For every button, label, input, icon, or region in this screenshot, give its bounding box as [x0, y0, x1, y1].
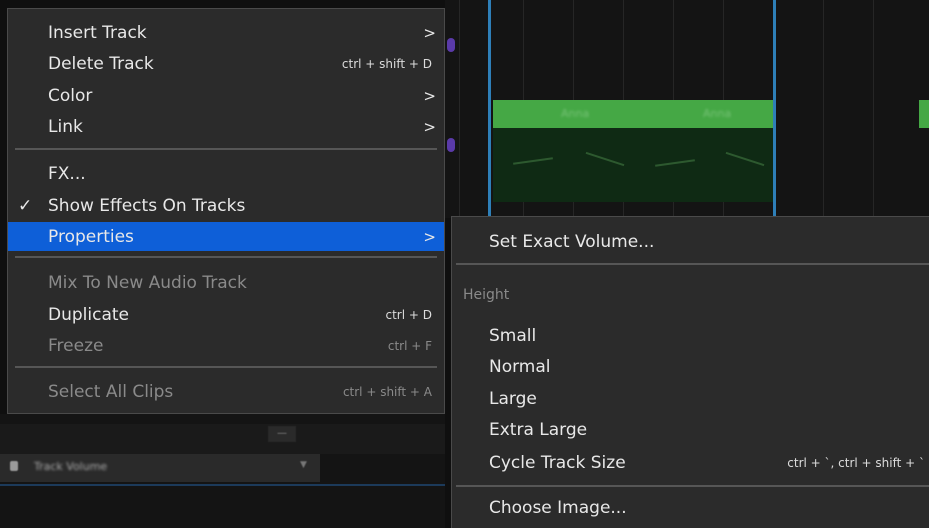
loop-start-marker[interactable] [488, 0, 491, 218]
track-divider [0, 484, 445, 486]
menu-item-shortcut: ctrl + shift + D [341, 57, 432, 71]
timeline-gridline [873, 0, 874, 218]
menu-item-label: Duplicate [48, 305, 129, 325]
menu-item-fx[interactable]: FX... [8, 159, 444, 189]
menu-item-label: Normal [489, 357, 551, 377]
menu-item-label: Delete Track [48, 54, 154, 74]
loop-end-marker[interactable] [773, 0, 776, 218]
menu-separator [15, 256, 437, 258]
track-header-row [0, 424, 445, 454]
menu-item-show-effects-on-tracks[interactable]: ✓ Show Effects On Tracks [8, 191, 444, 221]
menu-item-label: Mix To New Audio Track [48, 273, 247, 293]
track-indicator-dot [447, 138, 455, 152]
properties-submenu: Set Exact Volume... Height Small Normal … [451, 216, 929, 528]
chevron-right-icon: > [423, 87, 436, 105]
clip-label: Anna [561, 107, 590, 120]
menu-item-shortcut: ctrl + D [385, 308, 433, 322]
menu-item-link[interactable]: Link > [8, 112, 444, 142]
menu-separator [456, 263, 929, 265]
menu-item-mix-to-new-audio-track[interactable]: Mix To New Audio Track [8, 268, 444, 298]
waveform [655, 159, 695, 167]
menu-item-choose-image[interactable]: Choose Image... [452, 493, 929, 523]
waveform [725, 151, 765, 167]
menu-item-label: Show Effects On Tracks [48, 196, 246, 216]
timeline-area[interactable]: Anna Anna [445, 0, 929, 218]
menu-item-cycle-track-size[interactable]: Cycle Track Size ctrl + `, ctrl + shift … [452, 448, 929, 478]
menu-item-insert-track[interactable]: Insert Track > [8, 18, 444, 48]
chevron-down-icon[interactable]: ▼ [300, 460, 307, 470]
menu-separator [456, 485, 929, 487]
collapse-button[interactable]: — [268, 426, 296, 442]
track-context-menu: Insert Track > Delete Track ctrl + shift… [7, 8, 445, 414]
menu-item-shortcut: ctrl + F [387, 339, 432, 353]
menu-item-label: Select All Clips [48, 382, 174, 402]
menu-item-label: Properties [48, 226, 134, 247]
menu-item-height-large[interactable]: Large [452, 384, 929, 414]
chevron-right-icon: > [423, 24, 436, 42]
menu-item-set-exact-volume[interactable]: Set Exact Volume... [452, 227, 929, 257]
menu-item-label: Large [489, 389, 537, 409]
menu-item-height-small[interactable]: Small [452, 321, 929, 351]
menu-item-color[interactable]: Color > [8, 81, 444, 111]
waveform [513, 157, 553, 165]
menu-item-shortcut: ctrl + `, ctrl + shift + ` [787, 456, 925, 470]
lock-icon[interactable] [10, 461, 18, 471]
height-section-header: Height [463, 287, 510, 303]
menu-item-height-normal[interactable]: Normal [452, 352, 929, 382]
checkmark-icon: ✓ [18, 196, 33, 216]
timeline-gridline [459, 0, 460, 218]
menu-item-label: Color [48, 86, 93, 106]
menu-item-label: Choose Image... [489, 498, 627, 518]
audio-clip-body[interactable] [493, 128, 775, 202]
chevron-right-icon: > [423, 118, 436, 136]
menu-item-label: Set Exact Volume... [489, 232, 655, 252]
menu-item-label: FX... [48, 164, 86, 184]
menu-item-height-extra-large[interactable]: Extra Large [452, 415, 929, 445]
menu-item-label: Link [48, 117, 83, 137]
track-header-panel: — Track Volume ▼ [0, 414, 445, 528]
menu-item-label: Cycle Track Size [489, 453, 626, 473]
menu-item-properties[interactable]: Properties > [8, 222, 444, 251]
menu-item-delete-track[interactable]: Delete Track ctrl + shift + D [8, 49, 444, 79]
menu-item-duplicate[interactable]: Duplicate ctrl + D [8, 300, 444, 330]
menu-separator [15, 148, 437, 150]
chevron-right-icon: > [423, 227, 436, 246]
clip-label: Anna [703, 107, 732, 120]
automation-lane-label: Track Volume [34, 460, 108, 473]
menu-item-select-all-clips[interactable]: Select All Clips ctrl + shift + A [8, 377, 444, 407]
menu-item-shortcut: ctrl + shift + A [342, 385, 432, 399]
menu-item-label: Insert Track [48, 23, 147, 43]
menu-item-freeze[interactable]: Freeze ctrl + F [8, 331, 444, 361]
track-indicator-dot [447, 38, 455, 52]
timeline-gridline [823, 0, 824, 218]
menu-separator [15, 366, 437, 368]
audio-clip-header[interactable]: Anna Anna [493, 100, 775, 128]
menu-item-label: Small [489, 326, 537, 346]
waveform [585, 151, 625, 167]
menu-item-label: Extra Large [489, 420, 588, 440]
audio-clip-header[interactable] [919, 100, 929, 128]
menu-item-label: Freeze [48, 336, 104, 356]
